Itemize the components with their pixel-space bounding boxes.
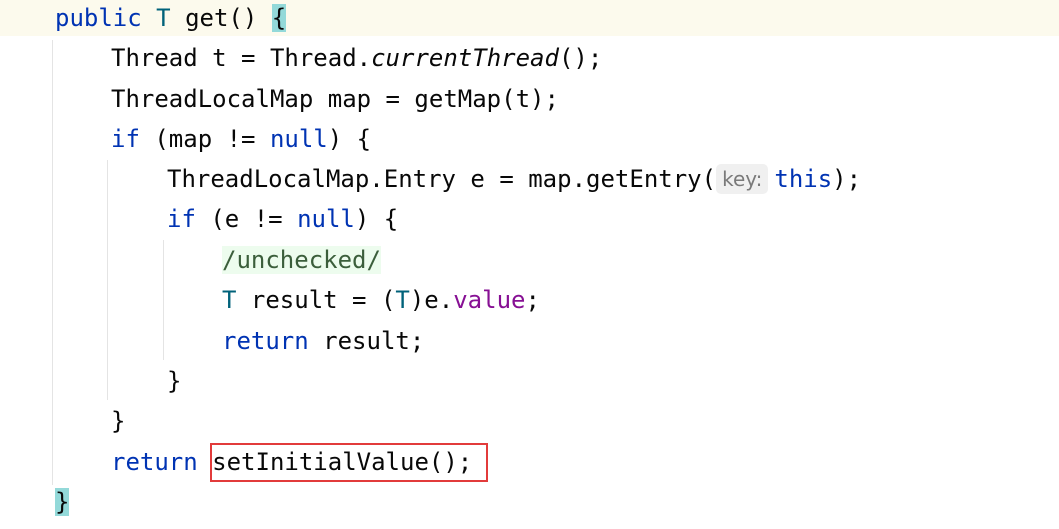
code-line-2[interactable]: Thread t = Thread.currentThread(); <box>111 38 602 78</box>
type-t: T <box>156 4 171 32</box>
code-text: Thread t = Thread. <box>111 44 372 72</box>
matched-brace: } <box>55 488 70 516</box>
code-line-10[interactable]: } <box>167 361 181 401</box>
method-name: get() <box>185 4 258 32</box>
code-text: ) { <box>354 205 399 233</box>
closing-brace: } <box>167 367 182 395</box>
parameter-hint: key: <box>716 164 769 194</box>
type-t: T <box>222 286 237 314</box>
code-text: ); <box>832 165 862 193</box>
code-text: ) { <box>327 125 372 153</box>
code-text: (e != <box>195 205 298 233</box>
matched-brace: { <box>271 4 287 32</box>
code-text: (); <box>558 44 603 72</box>
keyword-return: return <box>111 448 198 476</box>
closing-brace: } <box>111 407 126 435</box>
code-line-1[interactable]: public T get() { <box>55 0 287 38</box>
keyword-this: this <box>774 165 833 193</box>
keyword-if: if <box>111 125 140 153</box>
code-text: result; <box>308 327 425 355</box>
code-text: ThreadLocalMap map = getMap(t); <box>111 85 559 113</box>
indent-guide <box>107 160 108 400</box>
type-t-cast: T <box>395 286 410 314</box>
code-text: ; <box>525 286 540 314</box>
code-line-6[interactable]: if (e != null) { <box>167 199 398 239</box>
code-line-9[interactable]: return result; <box>222 321 424 361</box>
code-line-11[interactable]: } <box>111 401 125 441</box>
keyword-return: return <box>222 327 309 355</box>
code-text: )e. <box>409 286 454 314</box>
unchecked-comment: /unchecked/ <box>222 246 381 274</box>
code-text: ThreadLocalMap.Entry e = map.getEntry( <box>167 165 717 193</box>
code-line-3[interactable]: ThreadLocalMap map = getMap(t); <box>111 79 559 119</box>
field-value: value <box>453 286 526 314</box>
code-text: (map != <box>139 125 270 153</box>
highlight-annotation-box <box>210 443 488 482</box>
code-line-8[interactable]: T result = (T)e.value; <box>222 280 540 320</box>
code-text: result = ( <box>236 286 396 314</box>
indent-guide <box>163 240 164 360</box>
keyword-null: null <box>297 205 355 233</box>
code-line-5[interactable]: ThreadLocalMap.Entry e = map.getEntry(ke… <box>167 159 861 199</box>
indent-guide <box>52 40 53 485</box>
code-line-4[interactable]: if (map != null) { <box>111 119 371 159</box>
keyword-if: if <box>167 205 196 233</box>
code-line-7[interactable]: /unchecked/ <box>222 240 381 280</box>
static-method-call: currentThread <box>371 44 559 72</box>
code-line-13[interactable]: } <box>55 482 70 522</box>
keyword-public: public <box>55 4 142 32</box>
keyword-null: null <box>269 125 328 153</box>
